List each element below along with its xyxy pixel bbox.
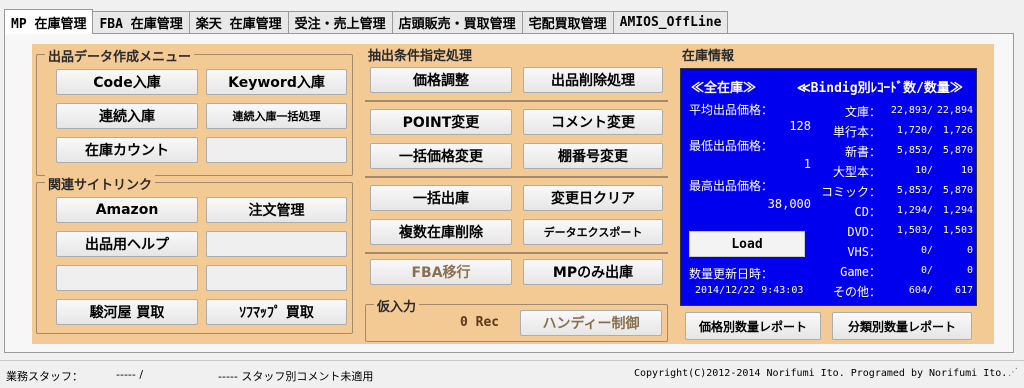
keyword-in-button[interactable]: Keyword入庫 (206, 69, 347, 95)
links-title: 関連サイトリンク (45, 174, 156, 193)
binding-records: 1,720/ (896, 125, 933, 136)
blank-button[interactable] (206, 265, 347, 291)
binding-qty: 0 (966, 265, 973, 276)
updated-label: 数量更新日時： (689, 267, 774, 281)
main-panel: 出品データ作成メニュー Code入庫 Keyword入庫 連続入庫 連続入庫一括… (32, 44, 994, 344)
binding-records: 5,853/ (896, 185, 933, 196)
price-report-button[interactable]: 価格別数量レポート (685, 312, 821, 340)
listing-menu-group: 出品データ作成メニュー Code入庫 Keyword入庫 連続入庫 連続入庫一括… (36, 46, 353, 176)
binding-heading: ≪Bindig別ﾚｺｰﾄﾞ数/数量≫ (797, 81, 963, 96)
temp-input-title: 仮入力 (374, 296, 420, 315)
avg-price-label: 平均出品価格： (689, 103, 774, 117)
binding-qty: 22,894 (936, 105, 973, 116)
data-export-button[interactable]: データエクスポート (523, 219, 663, 245)
continuous-bulk-button[interactable]: 連続入庫一括処理 (206, 103, 347, 129)
status-bar: 業務スタッフ： ----- / ----- スタッフ別コメント未適用 Copyr… (0, 360, 1024, 388)
all-stock-heading: ≪全在庫≫ (691, 81, 757, 96)
bulk-price-button[interactable]: 一括価格変更 (370, 143, 512, 169)
tab-delivery-buyback[interactable]: 宅配買取管理 (521, 11, 614, 33)
binding-records: 1,294/ (896, 205, 933, 216)
handy-control-button[interactable]: ハンディー制御 (520, 310, 662, 336)
stock-count-button[interactable]: 在庫カウント (56, 137, 198, 163)
point-change-button[interactable]: POINT変更 (370, 109, 512, 135)
category-report-button[interactable]: 分類別数量レポート (832, 312, 972, 340)
binding-label: 文庫： (844, 105, 881, 119)
binding-label: CD： (854, 205, 881, 219)
binding-qty: 1,503 (942, 225, 973, 236)
fba-move-button[interactable]: FBA移行 (370, 259, 512, 285)
max-price-value: 38,000 (767, 197, 811, 211)
binding-label: DVD： (847, 225, 881, 239)
sofmap-button[interactable]: ｿﾌﾏｯﾌﾟ 買取 (206, 299, 347, 325)
binding-qty: 10 (960, 165, 973, 176)
tab-orders-sales[interactable]: 受注・売上管理 (287, 11, 393, 33)
tab-strip: MP 在庫管理 FBA 在庫管理 楽天 在庫管理 受注・売上管理 店頭販売・買取… (4, 9, 729, 34)
staff-comment: ----- スタッフ別コメント未適用 (218, 370, 374, 383)
tab-mp-stock[interactable]: MP 在庫管理 (4, 9, 94, 34)
binding-records: 604/ (908, 285, 933, 296)
binding-qty: 5,870 (942, 185, 973, 196)
binding-records: 10/ (914, 165, 933, 176)
comment-change-button[interactable]: コメント変更 (523, 109, 663, 135)
resize-grip-icon[interactable]: ⋰ (1008, 367, 1020, 381)
temp-input-group: 仮入力 0 Rec ハンディー制御 (365, 296, 668, 342)
multi-delete-button[interactable]: 複数在庫削除 (370, 219, 512, 245)
binding-label: コミック： (820, 185, 881, 199)
code-in-button[interactable]: Code入庫 (56, 69, 198, 95)
stock-info-title: 在庫情報 (679, 45, 738, 64)
amazon-button[interactable]: Amazon (56, 197, 198, 223)
max-price-label: 最高出品価格： (689, 179, 774, 193)
tab-store-sales[interactable]: 店頭販売・買取管理 (391, 11, 523, 33)
binding-label: その他： (832, 285, 881, 299)
load-button[interactable]: Load (689, 231, 805, 257)
copyright-text: Copyright(C)2012-2014 Norifumi Ito. Prog… (634, 368, 1008, 379)
divider (365, 176, 668, 178)
binding-qty: 5,870 (942, 145, 973, 156)
binding-records: 1,503/ (896, 225, 933, 236)
divider (365, 252, 668, 254)
listing-menu-title: 出品データ作成メニュー (45, 46, 195, 65)
binding-label: Game： (840, 265, 881, 279)
binding-records: 5,853/ (896, 145, 933, 156)
staff-label: 業務スタッフ： (6, 370, 83, 383)
temp-record-count: 0 Rec (460, 315, 500, 330)
listing-delete-button[interactable]: 出品削除処理 (523, 67, 663, 93)
min-price-label: 最低出品価格： (689, 139, 774, 153)
binding-qty: 617 (954, 285, 973, 296)
binding-records: 22,893/ (890, 105, 933, 116)
binding-records: 0/ (920, 265, 933, 276)
binding-label: 単行本： (832, 125, 881, 139)
tab-fba-stock[interactable]: FBA 在庫管理 (92, 11, 190, 33)
tab-page: 出品データ作成メニュー Code入庫 Keyword入庫 連続入庫 連続入庫一括… (4, 33, 1014, 353)
binding-label: 大型本： (832, 165, 881, 179)
updated-value: 2014/12/22 9:43:03 (695, 285, 804, 296)
binding-records: 0/ (920, 245, 933, 256)
binding-qty: 0 (966, 245, 973, 256)
extraction-title: 抽出条件指定処理 (365, 45, 476, 64)
blank-button[interactable] (206, 137, 347, 163)
date-clear-button[interactable]: 変更日クリア (523, 185, 663, 211)
price-adjust-button[interactable]: 価格調整 (370, 67, 512, 93)
surugaya-button[interactable]: 駿河屋 買取 (56, 299, 198, 325)
shelf-change-button[interactable]: 棚番号変更 (523, 143, 663, 169)
min-price-value: 1 (803, 157, 811, 171)
mp-out-button[interactable]: MPのみ出庫 (523, 259, 663, 285)
bulk-out-button[interactable]: 一括出庫 (370, 185, 512, 211)
blank-button[interactable] (56, 265, 198, 291)
divider (365, 100, 668, 102)
links-group: 関連サイトリンク Amazon 注文管理 出品用ヘルプ 駿河屋 買取 ｿﾌﾏｯﾌ… (36, 174, 353, 334)
binding-qty: 1,294 (942, 205, 973, 216)
tab-rakuten-stock[interactable]: 楽天 在庫管理 (188, 11, 289, 33)
tab-amios-offline[interactable]: AMIOS_OffLine (612, 11, 729, 33)
staff-value: ----- / (116, 368, 144, 381)
binding-label: VHS： (847, 245, 881, 259)
binding-label: 新書： (844, 145, 881, 159)
stock-info-panel: ≪全在庫≫ ≪Bindig別ﾚｺｰﾄﾞ数/数量≫ 平均出品価格： 128 最低出… (680, 68, 977, 306)
binding-qty: 1,726 (942, 125, 973, 136)
orders-button[interactable]: 注文管理 (206, 197, 347, 223)
help-button[interactable]: 出品用ヘルプ (56, 231, 198, 257)
continuous-in-button[interactable]: 連続入庫 (56, 103, 198, 129)
blank-button[interactable] (206, 231, 347, 257)
avg-price-value: 128 (789, 119, 811, 133)
